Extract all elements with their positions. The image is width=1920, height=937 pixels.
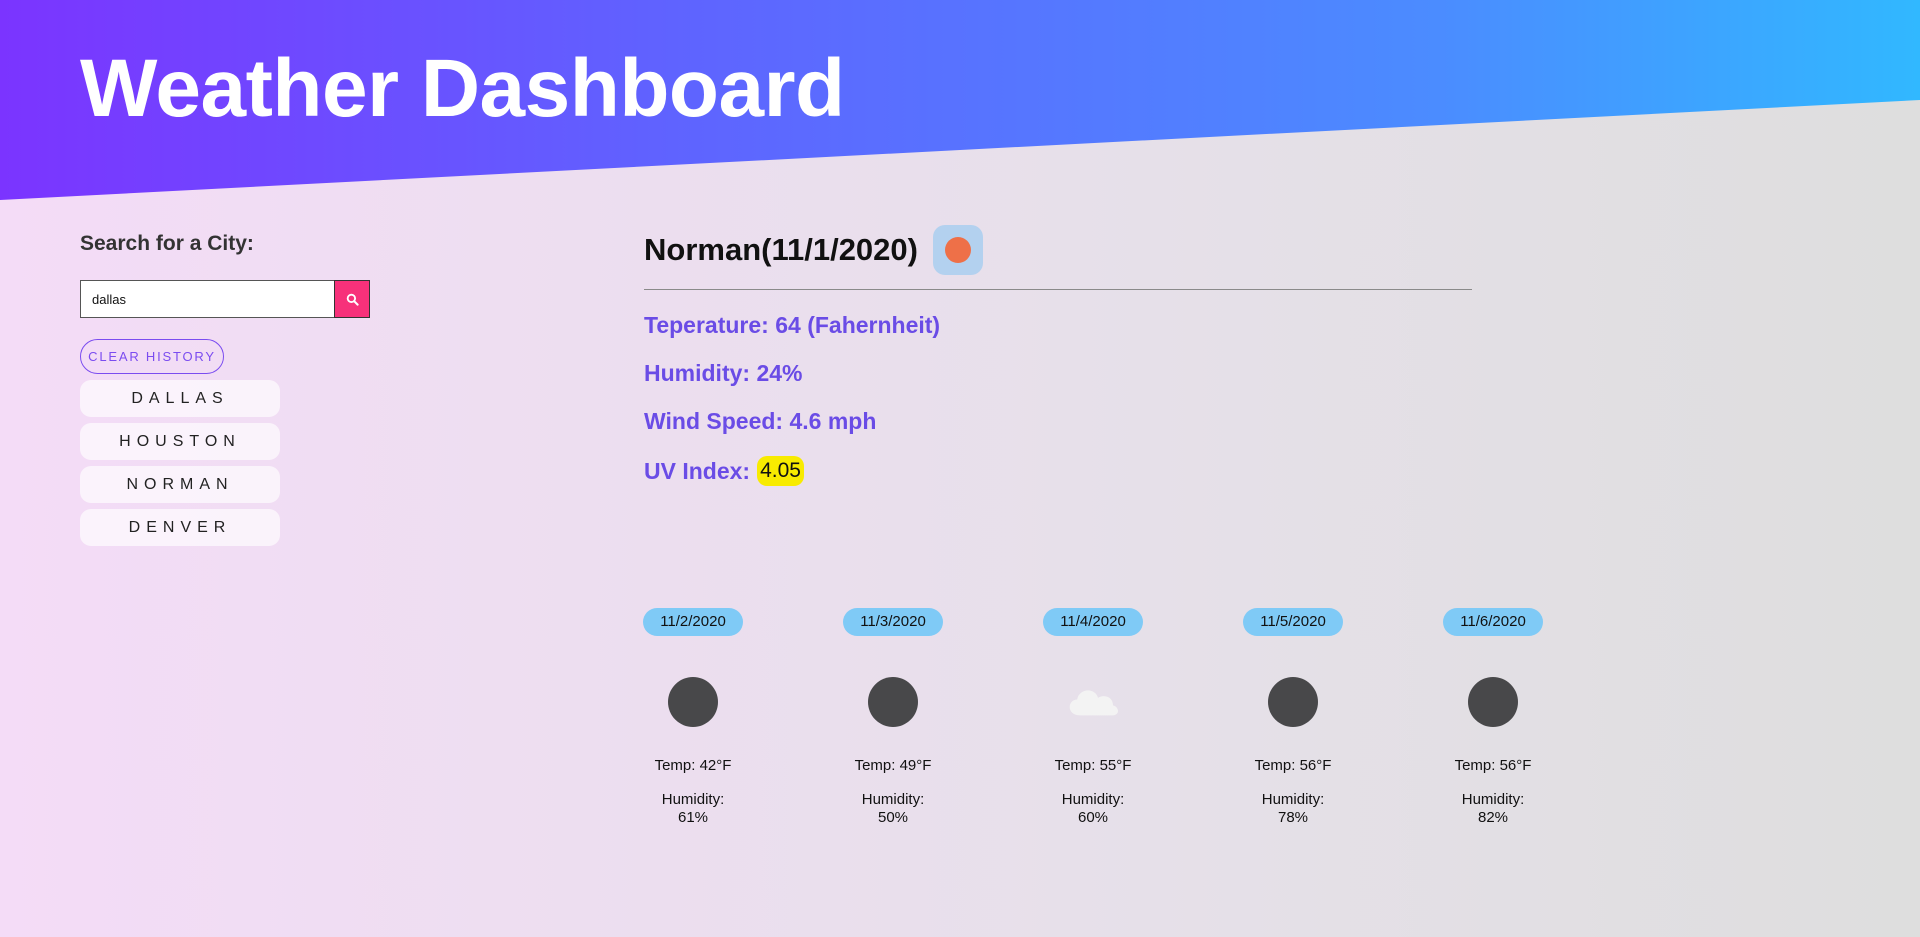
moon-icon: [868, 677, 918, 727]
forecast-temp: Temp: 55°F: [1054, 757, 1132, 774]
forecast-date: 11/6/2020: [1443, 608, 1543, 636]
history-item-dallas[interactable]: DALLAS: [80, 380, 280, 417]
history-item-denver[interactable]: DENVER: [80, 509, 280, 546]
forecast-humidity-label: Humidity:: [1061, 791, 1125, 808]
current-temperature: Teperature: 64 (Fahernheit): [644, 312, 941, 338]
uv-index-label: UV Index:: [644, 457, 751, 484]
current-weather-icon-badge: [932, 225, 983, 275]
moon-icon: [1268, 677, 1318, 727]
current-wind-speed: Wind Speed: 4.6 mph: [644, 408, 877, 434]
forecast-humidity-label: Humidity:: [661, 791, 725, 808]
sun-icon: [944, 237, 971, 263]
forecast-date: 11/3/2020: [843, 608, 943, 636]
clear-history-button[interactable]: CLEAR HISTORY: [80, 339, 224, 374]
forecast-card: 11/4/2020 Temp: 55°F Humidity: 60%: [1043, 608, 1143, 827]
forecast-card: 11/6/2020 Temp: 56°F Humidity: 82%: [1443, 608, 1543, 827]
divider: [644, 289, 1472, 290]
forecast-humidity-value: 78%: [1277, 809, 1309, 826]
forecast-humidity: Humidity: 61%: [643, 791, 743, 827]
forecast-humidity-label: Humidity:: [1261, 791, 1325, 808]
moon-icon: [1468, 677, 1518, 727]
forecast-humidity: Humidity: 78%: [1243, 791, 1343, 827]
forecast-humidity: Humidity: 82%: [1443, 791, 1543, 827]
forecast-humidity-label: Humidity:: [861, 791, 925, 808]
five-day-forecast: 11/2/2020 Temp: 42°F Humidity: 61% 11/3/…: [643, 608, 1643, 858]
forecast-card: 11/2/2020 Temp: 42°F Humidity: 61%: [643, 608, 743, 827]
forecast-temp: Temp: 56°F: [1454, 757, 1532, 774]
search-label: Search for a City:: [80, 232, 254, 255]
forecast-humidity-label: Humidity:: [1461, 791, 1525, 808]
current-humidity: Humidity: 24%: [644, 360, 803, 386]
forecast-humidity: Humidity: 50%: [843, 791, 943, 827]
current-uv-index: UV Index: 4.05: [644, 456, 804, 486]
forecast-date: 11/5/2020: [1243, 608, 1343, 636]
forecast-temp: Temp: 49°F: [854, 757, 932, 774]
moon-icon: [668, 677, 718, 727]
current-weather-header: Norman(11/1/2020): [644, 224, 1472, 276]
search-history-list: DALLAS HOUSTON NORMAN DENVER: [80, 380, 280, 552]
forecast-humidity-value: 61%: [677, 809, 709, 826]
uv-index-value: 4.05: [757, 456, 804, 486]
current-weather-panel: Norman(11/1/2020) Teperature: 64 (Fahern…: [644, 224, 1472, 486]
forecast-humidity-value: 60%: [1077, 809, 1109, 826]
forecast-date: 11/4/2020: [1043, 608, 1143, 636]
page-title: Weather Dashboard: [80, 43, 845, 134]
forecast-temp: Temp: 42°F: [654, 757, 732, 774]
search-box: [80, 280, 370, 318]
current-city-title: Norman(11/1/2020): [644, 232, 918, 267]
forecast-date: 11/2/2020: [643, 608, 743, 636]
cloud-icon: [1069, 690, 1118, 716]
forecast-card: 11/5/2020 Temp: 56°F Humidity: 78%: [1243, 608, 1343, 827]
search-input[interactable]: [80, 280, 334, 318]
forecast-temp: Temp: 56°F: [1254, 757, 1332, 774]
search-icon: [346, 293, 359, 306]
forecast-humidity: Humidity: 60%: [1043, 791, 1143, 827]
history-item-houston[interactable]: HOUSTON: [80, 423, 280, 460]
forecast-card: 11/3/2020 Temp: 49°F Humidity: 50%: [843, 608, 943, 827]
forecast-humidity-value: 82%: [1477, 809, 1509, 826]
history-item-norman[interactable]: NORMAN: [80, 466, 280, 503]
forecast-humidity-value: 50%: [877, 809, 909, 826]
search-button[interactable]: [334, 280, 370, 318]
